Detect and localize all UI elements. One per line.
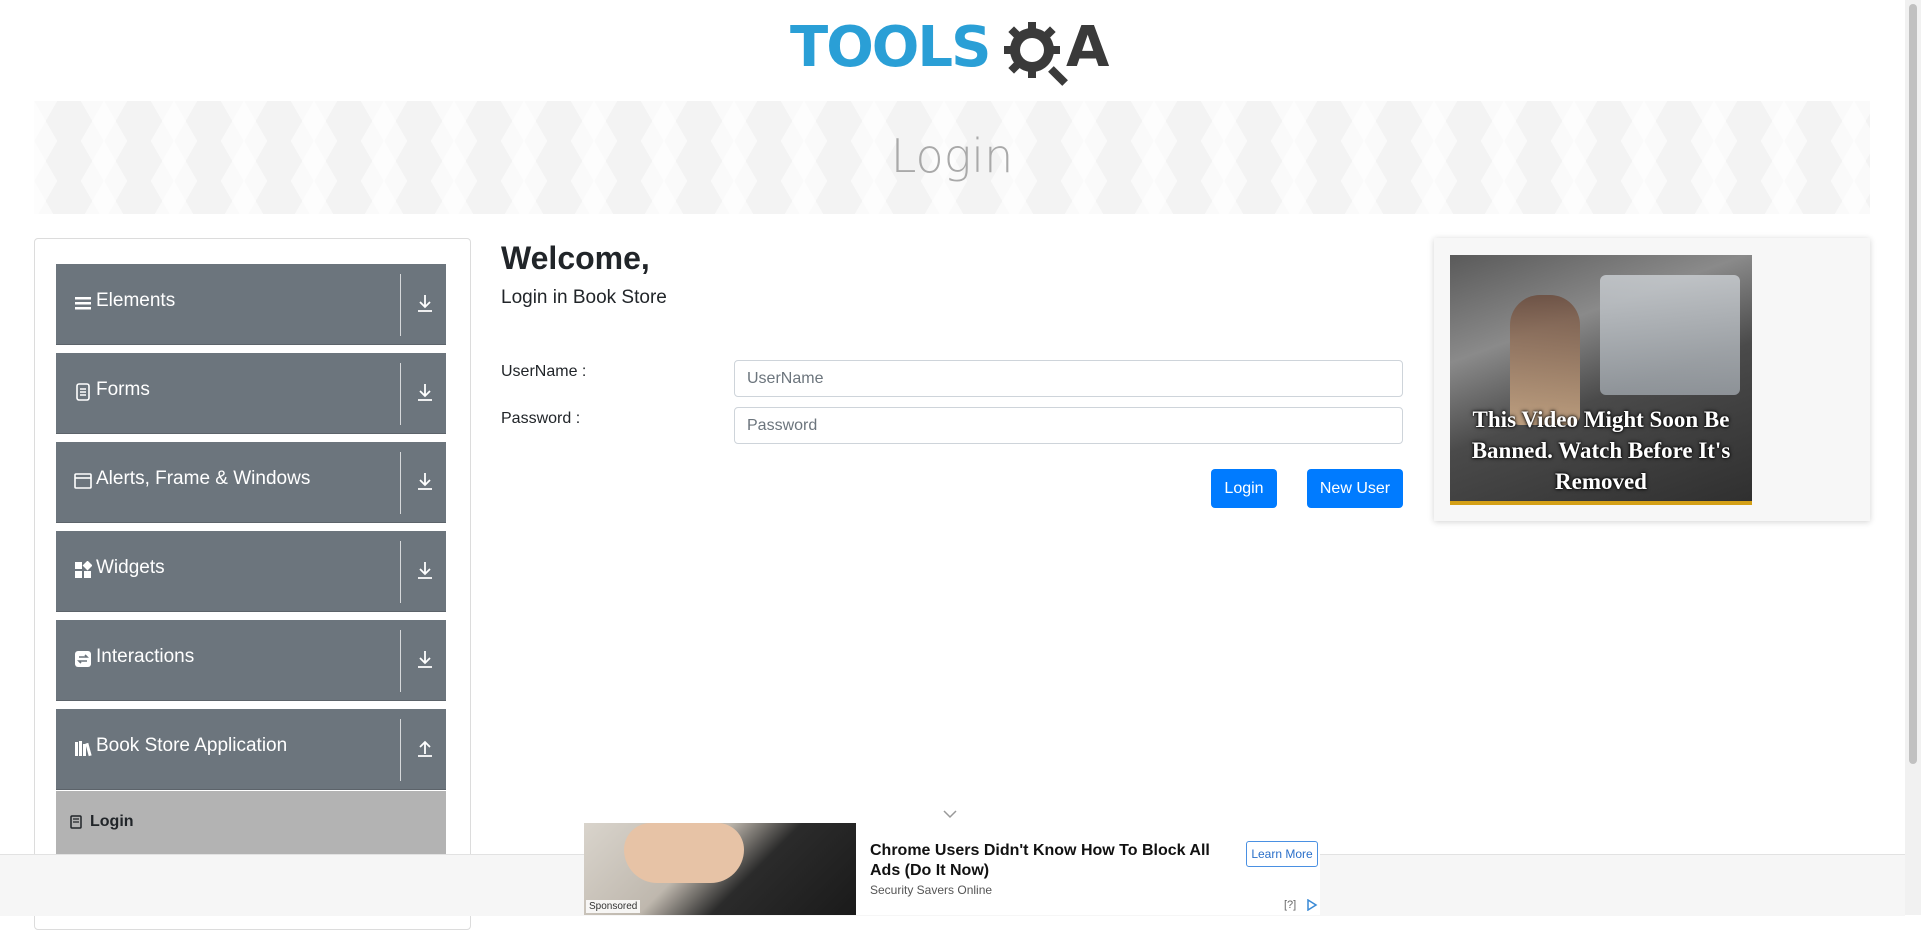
sidebar-group-book-store-application[interactable]: Book Store Application xyxy=(56,709,446,790)
video-ad-caption: This Video Might Soon Be Banned. Watch B… xyxy=(1471,407,1731,494)
divider xyxy=(400,719,401,781)
sidebar-group-alerts-frame-windows[interactable]: Alerts, Frame & Windows xyxy=(56,442,446,523)
books-icon xyxy=(75,741,92,757)
adchoices-icon[interactable] xyxy=(1306,899,1318,911)
logo-text-tools: TOOLS xyxy=(790,15,991,80)
chevron-down-icon[interactable] xyxy=(942,806,958,822)
sidebar-group-elements[interactable]: Elements xyxy=(56,264,446,345)
page-title: Login xyxy=(890,129,1014,183)
login-button[interactable]: Login xyxy=(1211,469,1277,508)
toolsqa-logo[interactable]: TOOLS A xyxy=(790,16,1116,92)
widgets-icon xyxy=(75,561,92,578)
ad-image-window xyxy=(1600,275,1740,395)
download-arrow-icon xyxy=(418,562,432,579)
divider xyxy=(400,363,401,425)
sidebar-item-label: Login xyxy=(90,813,134,830)
divider xyxy=(400,541,401,603)
window-icon xyxy=(74,473,92,489)
right-ad: This Video Might Soon Be Banned. Watch B… xyxy=(1434,238,1870,521)
ad-headline[interactable]: Chrome Users Didn't Know How To Block Al… xyxy=(870,841,1240,881)
sidebar-group-label: Widgets xyxy=(96,557,165,578)
ad-source: Security Savers Online xyxy=(870,883,993,897)
divider xyxy=(400,274,401,336)
book-icon xyxy=(70,815,82,829)
interactions-icon xyxy=(75,651,91,667)
ad-info-link[interactable]: [?] xyxy=(1284,899,1296,911)
logo-text-a: A xyxy=(1066,15,1110,80)
sidebar-group-forms[interactable]: Forms xyxy=(56,353,446,434)
document-icon xyxy=(76,383,90,401)
sidebar-item-login[interactable]: Login xyxy=(56,791,446,857)
new-user-button[interactable]: New User xyxy=(1307,469,1403,508)
hamburger-icon xyxy=(75,297,91,310)
sidebar-group-interactions[interactable]: Interactions xyxy=(56,620,446,701)
sponsored-label: Sponsored xyxy=(586,900,641,913)
download-arrow-icon xyxy=(418,384,432,401)
divider xyxy=(400,452,401,514)
gear-magnifier-icon xyxy=(1004,22,1068,86)
divider xyxy=(400,630,401,692)
sidebar: Elements Forms Alerts, Frame & Windows W… xyxy=(34,238,471,930)
upload-arrow-icon xyxy=(418,740,432,757)
bottom-ad[interactable]: Sponsored Chrome Users Didn't Know How T… xyxy=(584,823,1320,915)
video-ad[interactable]: This Video Might Soon Be Banned. Watch B… xyxy=(1450,255,1752,505)
sidebar-group-widgets[interactable]: Widgets xyxy=(56,531,446,612)
ad-image: Sponsored xyxy=(584,823,856,915)
scrollbar-thumb[interactable] xyxy=(1909,4,1917,764)
welcome-heading: Welcome, xyxy=(501,240,650,276)
download-arrow-icon xyxy=(418,295,432,312)
sidebar-group-label: Interactions xyxy=(96,646,195,667)
video-progress-bar xyxy=(1450,501,1752,505)
password-input[interactable] xyxy=(734,407,1403,444)
sidebar-group-label: Book Store Application xyxy=(96,735,288,756)
username-label: UserName : xyxy=(501,363,587,380)
page-banner: Login xyxy=(34,101,1870,214)
sidebar-group-label: Alerts, Frame & Windows xyxy=(96,468,311,489)
page-scrollbar[interactable] xyxy=(1905,0,1921,915)
password-label: Password : xyxy=(501,410,581,427)
login-subtitle: Login in Book Store xyxy=(501,287,667,308)
download-arrow-icon xyxy=(418,473,432,490)
ad-image-hand xyxy=(624,823,744,883)
sidebar-group-label: Elements xyxy=(96,290,176,311)
sidebar-group-label: Forms xyxy=(96,379,150,400)
username-input[interactable] xyxy=(734,360,1403,397)
learn-more-button[interactable]: Learn More xyxy=(1246,841,1318,867)
download-arrow-icon xyxy=(418,651,432,668)
